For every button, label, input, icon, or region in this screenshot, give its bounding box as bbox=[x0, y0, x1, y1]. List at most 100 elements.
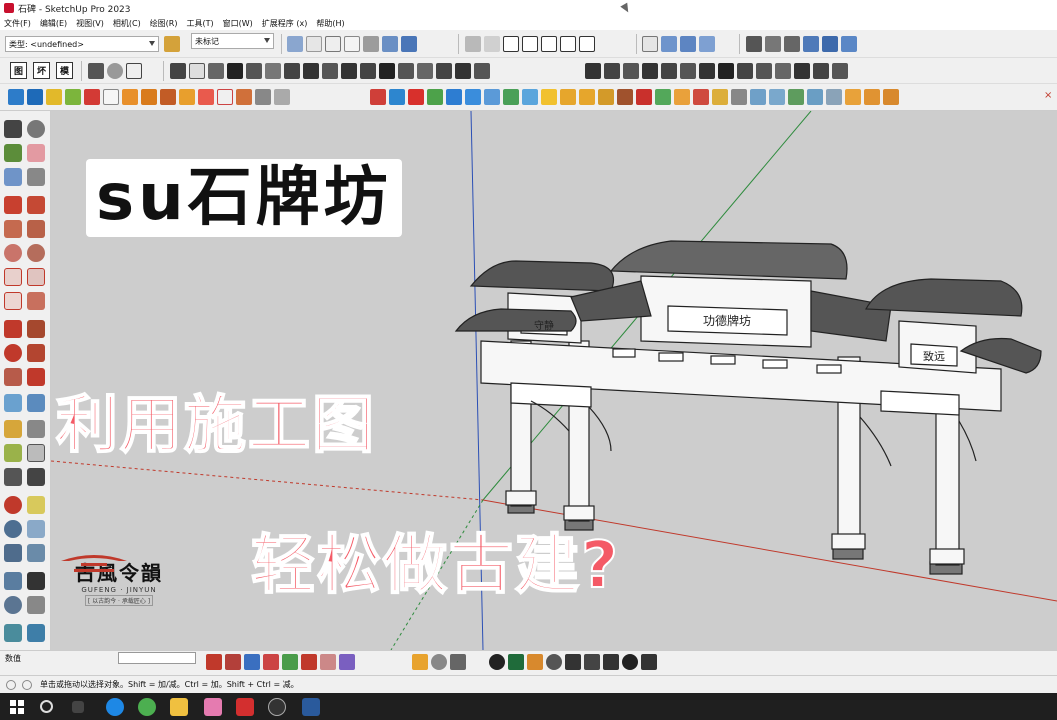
blue-diamond-icon[interactable] bbox=[27, 89, 43, 105]
bottom-tool-icon[interactable] bbox=[320, 654, 336, 670]
refresh-icon[interactable] bbox=[431, 654, 447, 670]
red-dots-icon[interactable] bbox=[370, 89, 386, 105]
wedge-icon[interactable] bbox=[813, 63, 829, 79]
windows-start-icon[interactable] bbox=[10, 700, 24, 714]
rotated-rectangle-icon[interactable] bbox=[27, 220, 45, 238]
shutter2-icon[interactable] bbox=[769, 89, 785, 105]
app-icon-2[interactable] bbox=[204, 698, 222, 716]
tag-dropdown[interactable]: 未标记 bbox=[191, 33, 274, 49]
look-around-icon[interactable] bbox=[4, 596, 22, 614]
green-diamond-icon[interactable] bbox=[65, 89, 81, 105]
red-cross-icon[interactable] bbox=[408, 89, 424, 105]
hand-pan-icon[interactable] bbox=[27, 496, 45, 514]
table2-icon[interactable] bbox=[807, 89, 823, 105]
zoom-window-icon[interactable] bbox=[27, 520, 45, 538]
file-explorer-icon[interactable] bbox=[170, 698, 188, 716]
bottom-tool-icon[interactable] bbox=[282, 654, 298, 670]
walk-icon[interactable] bbox=[4, 496, 22, 514]
menu-help[interactable]: 帮助(H) bbox=[316, 18, 344, 29]
frame-button-2[interactable]: 坏 bbox=[33, 62, 50, 79]
rotate-left-icon[interactable] bbox=[560, 89, 576, 105]
outline-diamond-icon[interactable] bbox=[103, 89, 119, 105]
cube-grid-icon[interactable] bbox=[417, 63, 433, 79]
box-arrow-icon[interactable] bbox=[674, 89, 690, 105]
green-cross-icon[interactable] bbox=[427, 89, 443, 105]
close-x-icon[interactable]: × bbox=[1044, 90, 1052, 101]
axes-icon[interactable] bbox=[4, 444, 22, 462]
red-diamond-icon[interactable] bbox=[84, 89, 100, 105]
extension-warehouse-icon[interactable] bbox=[508, 654, 524, 670]
orange-bolt-icon[interactable] bbox=[141, 89, 157, 105]
spiral-icon[interactable] bbox=[661, 63, 677, 79]
menu-camera[interactable]: 相机(C) bbox=[113, 18, 141, 29]
section-display-icon[interactable] bbox=[661, 36, 677, 52]
zoom-icon[interactable] bbox=[4, 520, 22, 538]
flag-icon[interactable] bbox=[217, 89, 233, 105]
push-pull-tool-icon[interactable] bbox=[27, 320, 45, 338]
flask-icon[interactable] bbox=[503, 89, 519, 105]
pivot-icon[interactable] bbox=[484, 89, 500, 105]
monochrome-icon[interactable] bbox=[401, 36, 417, 52]
eraser-tool-icon[interactable] bbox=[474, 63, 490, 79]
section-plane-tool-icon[interactable] bbox=[27, 596, 45, 614]
shaded-textures-icon[interactable] bbox=[382, 36, 398, 52]
curve-profile-icon[interactable] bbox=[642, 63, 658, 79]
bottom-tool-icon[interactable] bbox=[339, 654, 355, 670]
rotate-curve-icon[interactable] bbox=[341, 63, 357, 79]
yellow-diamond-icon[interactable] bbox=[46, 89, 62, 105]
three-point-arc-icon[interactable] bbox=[4, 292, 22, 310]
blue-gem-icon[interactable] bbox=[8, 89, 24, 105]
bottom-tool-icon[interactable] bbox=[244, 654, 260, 670]
loft-icon[interactable] bbox=[379, 63, 395, 79]
path-icon[interactable] bbox=[360, 63, 376, 79]
orange-square-icon[interactable] bbox=[179, 89, 195, 105]
frame-button-1[interactable]: 图 bbox=[10, 62, 27, 79]
move-icon[interactable] bbox=[522, 89, 538, 105]
panel-icon[interactable] bbox=[794, 63, 810, 79]
paint-bucket-icon[interactable] bbox=[4, 144, 22, 162]
brush-icon[interactable] bbox=[832, 63, 848, 79]
zoom-extents-icon[interactable] bbox=[4, 544, 22, 562]
two-point-arc-icon[interactable] bbox=[27, 268, 45, 286]
offset-icon[interactable] bbox=[27, 368, 45, 386]
menu-edit[interactable]: 编辑(E) bbox=[40, 18, 67, 29]
left-view-icon[interactable] bbox=[560, 36, 576, 52]
xray-icon[interactable] bbox=[287, 36, 303, 52]
hook-icon[interactable] bbox=[274, 89, 290, 105]
chain-icon[interactable] bbox=[623, 63, 639, 79]
circle-icon[interactable] bbox=[4, 244, 22, 262]
cloud-upload-icon[interactable] bbox=[565, 654, 581, 670]
bend-icon[interactable] bbox=[246, 63, 262, 79]
section-plane-icon[interactable] bbox=[642, 36, 658, 52]
make-component-icon[interactable] bbox=[4, 168, 22, 186]
trim-icon[interactable] bbox=[822, 36, 838, 52]
add-circle-icon[interactable] bbox=[489, 654, 505, 670]
shutter-icon[interactable] bbox=[750, 89, 766, 105]
right-view-icon[interactable] bbox=[522, 36, 538, 52]
hidden-line-icon[interactable] bbox=[344, 36, 360, 52]
star-icon[interactable] bbox=[126, 63, 142, 79]
sandbox-icon[interactable] bbox=[4, 624, 22, 642]
top-view-icon[interactable] bbox=[484, 36, 500, 52]
back-view-icon[interactable] bbox=[541, 36, 557, 52]
search-icon[interactable] bbox=[40, 700, 53, 713]
rotate-icon[interactable] bbox=[4, 344, 22, 362]
scale-icon[interactable] bbox=[4, 368, 22, 386]
list-icon[interactable] bbox=[198, 89, 214, 105]
type-dropdown[interactable]: 类型: <undefined> bbox=[5, 36, 159, 52]
status-info-icon[interactable] bbox=[6, 680, 16, 690]
push-pull-icon[interactable] bbox=[88, 63, 104, 79]
measurements-input[interactable] bbox=[118, 652, 196, 664]
polygon-icon[interactable] bbox=[27, 244, 45, 262]
status-user-icon[interactable] bbox=[22, 680, 32, 690]
sweep-icon[interactable] bbox=[398, 63, 414, 79]
protractor-icon[interactable] bbox=[27, 420, 45, 438]
front-view-icon[interactable] bbox=[503, 36, 519, 52]
star-box-icon[interactable] bbox=[712, 89, 728, 105]
columns-icon[interactable] bbox=[699, 63, 715, 79]
section-fill-icon[interactable] bbox=[699, 36, 715, 52]
orange-swirl-icon[interactable] bbox=[122, 89, 138, 105]
wave-profile-icon[interactable] bbox=[604, 63, 620, 79]
lasso-icon[interactable] bbox=[27, 120, 45, 138]
triangle-icon[interactable] bbox=[756, 63, 772, 79]
